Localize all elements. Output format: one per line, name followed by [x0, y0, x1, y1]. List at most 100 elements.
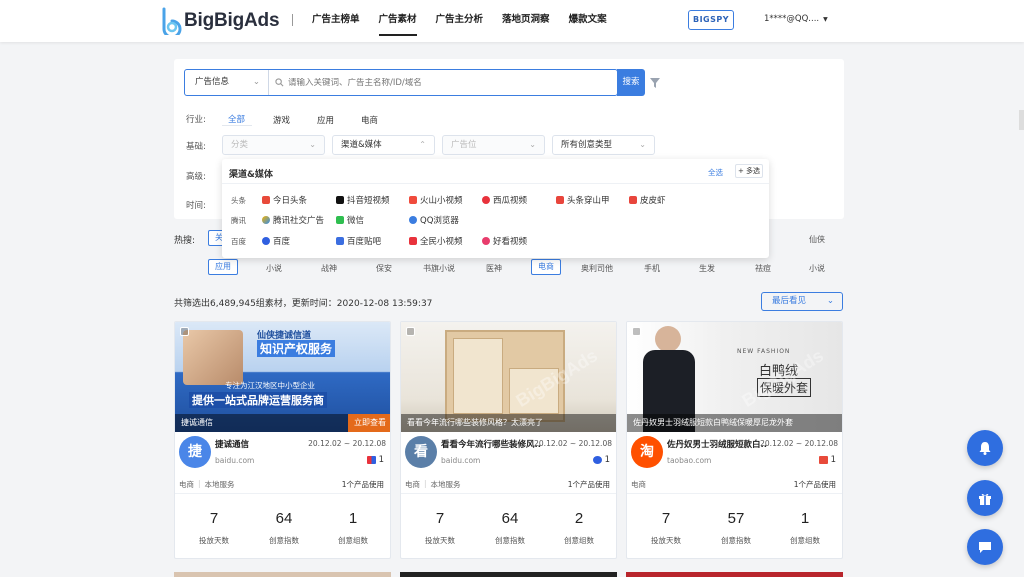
media-option-label: 百度 [273, 237, 291, 247]
scrollbar-thumb[interactable] [1019, 110, 1024, 130]
huoshan-icon [409, 196, 417, 204]
advertiser-name[interactable]: 捷诚通信 [215, 438, 315, 450]
industry-tab-game[interactable]: 游戏 [273, 114, 290, 126]
stat-value: 1 [800, 510, 810, 527]
hot-chip-ecommerce[interactable]: 电商 [531, 259, 561, 275]
media-option[interactable]: 头条穿山甲 [556, 194, 610, 206]
search-input[interactable] [288, 77, 588, 88]
media-option[interactable]: 火山小视频 [409, 194, 463, 206]
media-option-label: 皮皮虾 [640, 196, 666, 206]
stat-value: 7 [209, 510, 219, 527]
hot-keyword[interactable]: 生发 [699, 263, 715, 274]
media-option[interactable]: 西瓜视频 [482, 194, 527, 206]
ad-caption: 佐丹奴男士羽绒服短款白鸭绒保暖厚尼龙外套 [627, 414, 842, 432]
toutiao-icon [818, 456, 828, 464]
media-option-label: 火山小视频 [420, 196, 463, 206]
logo-icon [162, 7, 182, 35]
advertiser-domain: baidu.com [441, 456, 481, 465]
hot-keyword[interactable]: 保安 [376, 263, 392, 274]
chevron-down-icon: ⌄ [529, 140, 536, 149]
nav-divider [292, 14, 293, 26]
advertiser-avatar[interactable]: 看 [405, 436, 437, 468]
notification-button[interactable] [967, 430, 1003, 466]
bigspy-button[interactable]: BIGSPY [688, 10, 734, 30]
sort-select[interactable]: 最后看见 ⌄ [761, 292, 843, 311]
search-button[interactable]: 搜索 [617, 69, 645, 96]
logo[interactable]: BigBigAds [160, 6, 280, 36]
divider [627, 493, 842, 494]
media-option[interactable]: 百度 [262, 235, 290, 247]
stat-label: 创意指数 [495, 536, 525, 545]
advertiser-name[interactable]: 看看今年流行哪些装修风... [441, 438, 541, 450]
media-option[interactable]: 抖音短视频 [336, 194, 390, 206]
media-option-label: 腾讯社交广告 [273, 216, 325, 226]
chat-button[interactable] [967, 529, 1003, 565]
industry-tab-app[interactable]: 应用 [317, 114, 334, 126]
hot-keyword[interactable]: 仙侠 [809, 234, 825, 245]
ad-creative-image[interactable]: 仙侠捷诚信道 知识产权服务 专注为江汉地区中小型企业 提供一站式品牌运营服务商 … [175, 322, 390, 432]
hot-keyword[interactable]: 奥利司他 [581, 263, 613, 274]
platform-count: 1 [818, 455, 836, 465]
creative-photo [183, 330, 243, 385]
platform-count: 1 [366, 455, 384, 465]
nav-advertiser-analysis[interactable]: 广告主分析 [436, 0, 484, 42]
user-menu[interactable]: 1****@QQ.... ▼ [764, 14, 828, 24]
ad-card[interactable]: BigBigAds 看看今年流行哪些装修风格？太漂亮了 看 看看今年流行哪些装修… [400, 321, 617, 559]
hot-chip-app[interactable]: 应用 [208, 259, 238, 275]
pangle-icon [556, 196, 564, 204]
media-option[interactable]: 全民小视频 [409, 235, 463, 247]
haokan-icon [482, 237, 490, 245]
ad-creative-image[interactable]: BigBigAds 看看今年流行哪些装修风格？太漂亮了 [401, 322, 616, 432]
stat-creative-groups: 2 创意组数 [549, 510, 609, 546]
multi-select-button[interactable]: + 多选 [735, 164, 763, 178]
ad-card[interactable]: 仙侠捷诚信道 知识产权服务 专注为江汉地区中小型企业 提供一站式品牌运营服务商 … [174, 321, 391, 559]
creative-text: 知识产权服务 [257, 340, 336, 357]
media-option[interactable]: 好看视频 [482, 235, 527, 247]
chevron-down-icon: ⌄ [309, 140, 316, 149]
advertiser-avatar[interactable]: 捷 [179, 436, 211, 468]
category-select[interactable]: 分类 ⌄ [222, 135, 325, 155]
hot-keyword[interactable]: 小说 [809, 263, 825, 274]
stat-creative-index: 64 创意指数 [480, 510, 540, 546]
media-option-label: 微信 [347, 216, 365, 226]
stat-days: 7 投放天数 [410, 510, 470, 546]
gift-button[interactable] [967, 480, 1003, 516]
industry-tab-all[interactable]: 全部 [228, 113, 245, 125]
ad-position-select[interactable]: 广告位 ⌄ [442, 135, 545, 155]
douyin-icon [336, 196, 344, 204]
media-option[interactable]: QQ浏览器 [409, 214, 459, 226]
select-all-link[interactable]: 全选 [708, 167, 723, 178]
search-type-select[interactable]: 广告信息 ⌄ [185, 70, 269, 95]
industry-tab-ecommerce[interactable]: 电商 [361, 114, 378, 126]
advertiser-name[interactable]: 佐丹奴男士羽绒服短款白... [667, 438, 767, 450]
media-option[interactable]: 百度贴吧 [336, 235, 381, 247]
ad-card[interactable]: NEW FASHION 白鸭绒 保暖外套 BigBigAds 佐丹奴男士羽绒服短… [626, 321, 843, 559]
media-option-label: 抖音短视频 [347, 196, 390, 206]
tag: 电商 [405, 480, 420, 489]
creative-type-select[interactable]: 所有创意类型 ⌄ [552, 135, 655, 155]
media-option-label: 好看视频 [493, 237, 528, 247]
hot-keyword[interactable]: 书旗小说 [423, 263, 455, 274]
filter-funnel-icon[interactable] [649, 77, 661, 89]
media-option[interactable]: 今日头条 [262, 194, 307, 206]
media-option[interactable]: 皮皮虾 [629, 194, 666, 206]
ad-creative-image[interactable]: NEW FASHION 白鸭绒 保暖外套 BigBigAds 佐丹奴男士羽绒服短… [627, 322, 842, 432]
hot-keyword[interactable]: 小说 [266, 263, 282, 274]
hot-search-label: 热搜: [174, 236, 196, 246]
nav-hot-copy[interactable]: 爆款文案 [569, 0, 607, 42]
hot-keyword[interactable]: 战神 [321, 263, 337, 274]
nav-landing-insights[interactable]: 落地页洞察 [502, 0, 550, 42]
creative-text: 提供一站式品牌运营服务商 [189, 392, 327, 408]
nav-advertiser-ranking[interactable]: 广告主榜单 [312, 0, 360, 42]
hot-keyword[interactable]: 医神 [486, 263, 502, 274]
channel-media-select[interactable]: 渠道&媒体 ⌃ [332, 135, 435, 155]
chat-icon [979, 542, 991, 553]
media-option[interactable]: 腾讯社交广告 [262, 214, 324, 226]
hot-keyword[interactable]: 手机 [644, 263, 660, 274]
nav-ad-creatives[interactable]: 广告素材 [378, 0, 417, 42]
image-type-icon [632, 327, 641, 336]
media-option[interactable]: 微信 [336, 214, 364, 226]
cta-button[interactable]: 立即查看 [348, 414, 390, 432]
advertiser-avatar[interactable]: 淘 [631, 436, 663, 468]
hot-keyword[interactable]: 祛痘 [755, 263, 771, 274]
